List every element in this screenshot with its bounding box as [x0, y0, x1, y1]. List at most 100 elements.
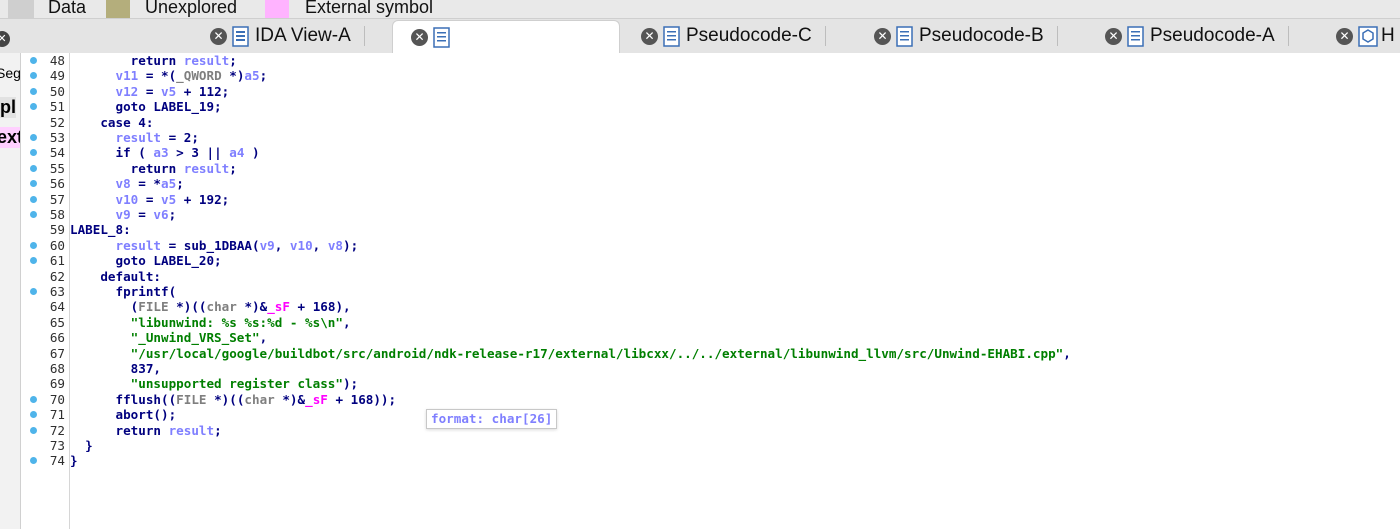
code-line[interactable]: 48 return result;	[21, 53, 1391, 68]
code-line[interactable]: 57 v10 = v5 + 192;	[21, 192, 1391, 207]
code-text: "/usr/local/google/buildbot/src/android/…	[70, 346, 1071, 361]
document-icon	[1127, 25, 1144, 47]
pseudocode-view[interactable]: 48 return result; 49 v11 = *(_QWORD *)a5;…	[21, 53, 1400, 529]
code-line[interactable]: 66 "_Unwind_VRS_Set",	[21, 330, 1391, 345]
code-token: if (	[70, 145, 154, 161]
code-token: =	[138, 191, 161, 207]
code-line[interactable]: 59 LABEL_8:	[21, 222, 1391, 237]
code-text: "unsupported register class");	[70, 376, 358, 391]
code-line[interactable]: 60 result = sub_1DBAA(v9, v10, v8);	[21, 238, 1391, 253]
code-line[interactable]: 62 default:	[21, 269, 1391, 284]
line-number: 62	[49, 268, 65, 284]
code-line[interactable]: 65 "libunwind: %s %s:%d - %s\n",	[21, 315, 1391, 330]
code-line[interactable]: 68 837,	[21, 361, 1391, 376]
code-token: v9	[259, 237, 275, 253]
tab-pseudocode-a[interactable]: ✕ Pseudocode-A	[1105, 20, 1289, 52]
code-token: + 168));	[327, 391, 397, 407]
code-token: + 112;	[176, 83, 230, 99]
code-token: return	[70, 422, 169, 438]
code-line[interactable]: 51 goto LABEL_19;	[21, 99, 1391, 114]
code-token: FILE	[138, 299, 169, 315]
code-line[interactable]: 64 (FILE *)((char *)&_sF + 168),	[21, 299, 1391, 314]
code-line[interactable]: 73 }	[21, 438, 1391, 453]
code-line[interactable]: 49 v11 = *(_QWORD *)a5;	[21, 68, 1391, 83]
close-icon[interactable]: ✕	[1336, 27, 1353, 45]
segments-sidebar: Seg pl ext	[0, 53, 21, 529]
code-token: ,	[312, 237, 328, 253]
code-line[interactable]: 53 result = 2;	[21, 130, 1391, 145]
code-line[interactable]: 69 "unsupported register class");	[21, 376, 1391, 391]
code-line[interactable]: 61 goto LABEL_20;	[21, 253, 1391, 268]
tab-bar: ✕ IDA View-A ✕ ✕ Pseudocode-C ✕ Pseudoco…	[0, 19, 1400, 54]
code-token: char	[206, 299, 237, 315]
code-line[interactable]: 70 fflush((FILE *)((char *)&_sF + 168));	[21, 392, 1391, 407]
tab-label: Pseudocode-C	[686, 25, 812, 46]
code-token: result	[168, 422, 215, 438]
line-number: 71	[49, 407, 65, 423]
code-token: v5	[161, 191, 177, 207]
code-line[interactable]: 74}	[21, 453, 1391, 468]
tab-pseudocode-c[interactable]: ✕ Pseudocode-C	[641, 20, 826, 52]
code-token: ;	[176, 176, 184, 192]
tab-hex-view[interactable]: ✕ H	[1336, 20, 1395, 52]
code-token: = 2;	[161, 130, 199, 145]
close-icon[interactable]: ✕	[411, 28, 428, 46]
code-text: v8 = *a5;	[70, 176, 184, 192]
close-icon[interactable]: ✕	[641, 27, 658, 45]
code-token: fprintf(	[70, 284, 177, 299]
code-token: return	[70, 160, 184, 176]
code-line[interactable]: 54 if ( a3 > 3 || a4 )	[21, 145, 1391, 160]
close-icon[interactable]: ✕	[210, 27, 227, 45]
line-number: 61	[49, 253, 65, 269]
line-number: 51	[49, 99, 65, 115]
code-token: = *	[130, 176, 162, 192]
tab-separator	[363, 26, 365, 46]
code-line[interactable]: 52 case 4:	[21, 115, 1391, 130]
code-line[interactable]: 63 fprintf(	[21, 284, 1391, 299]
code-text: result = sub_1DBAA(v9, v10, v8);	[70, 238, 358, 253]
code-token: return	[70, 53, 184, 68]
code-text: if ( a3 > 3 || a4 )	[70, 145, 259, 161]
code-text: v9 = v6;	[70, 207, 176, 222]
code-line[interactable]: 58 v9 = v6;	[21, 207, 1391, 222]
code-text: goto LABEL_19;	[70, 99, 221, 114]
close-icon[interactable]: ✕	[874, 27, 891, 45]
legend-label-unexplored: Unexplored	[145, 0, 238, 17]
document-icon	[433, 26, 450, 48]
code-token: );	[343, 237, 359, 253]
code-token: abort();	[70, 407, 177, 423]
code-token: fflush((	[70, 391, 177, 407]
code-token: =	[130, 207, 154, 222]
code-token: = sub_1DBAA(	[161, 237, 260, 253]
ida-view-icon	[232, 25, 249, 47]
code-line[interactable]: 72 return result;	[21, 423, 1391, 438]
code-text: v12 = v5 + 112;	[70, 84, 229, 99]
tab-pseudocode-b[interactable]: ✕ Pseudocode-B	[874, 20, 1058, 52]
code-token: *)((	[206, 391, 245, 407]
tab-active-pseudocode[interactable]: ✕	[392, 20, 620, 53]
code-token: =	[138, 83, 161, 99]
document-icon	[896, 25, 913, 47]
close-icon[interactable]: ✕	[1105, 27, 1122, 45]
code-line[interactable]: 50 v12 = v5 + 112;	[21, 84, 1391, 99]
code-text: "libunwind: %s %s:%d - %s\n",	[70, 315, 351, 330]
line-number: 73	[49, 438, 65, 453]
code-line[interactable]: 71 abort();	[21, 407, 1391, 422]
code-text: abort();	[70, 407, 176, 422]
line-number: 49	[49, 68, 65, 84]
code-line[interactable]: 56 v8 = *a5;	[21, 176, 1391, 191]
code-token: char	[244, 391, 275, 407]
code-line[interactable]: 55 return result;	[21, 161, 1391, 176]
code-token: *)&	[274, 391, 306, 407]
tab-ida-view-a[interactable]: ✕ IDA View-A	[210, 20, 365, 52]
code-token: ,	[1063, 345, 1071, 361]
line-number: 66	[49, 330, 65, 346]
sidebar-fragment-seg: Seg	[0, 65, 21, 81]
legend-swatch-external-symbol	[265, 0, 289, 18]
code-token: ,	[274, 237, 290, 253]
tab-label: Pseudocode-B	[919, 25, 1044, 46]
code-text: return result;	[70, 422, 221, 438]
code-line[interactable]: 67 "/usr/local/google/buildbot/src/andro…	[21, 346, 1391, 361]
line-number: 55	[49, 160, 65, 176]
line-number: 68	[49, 361, 65, 376]
